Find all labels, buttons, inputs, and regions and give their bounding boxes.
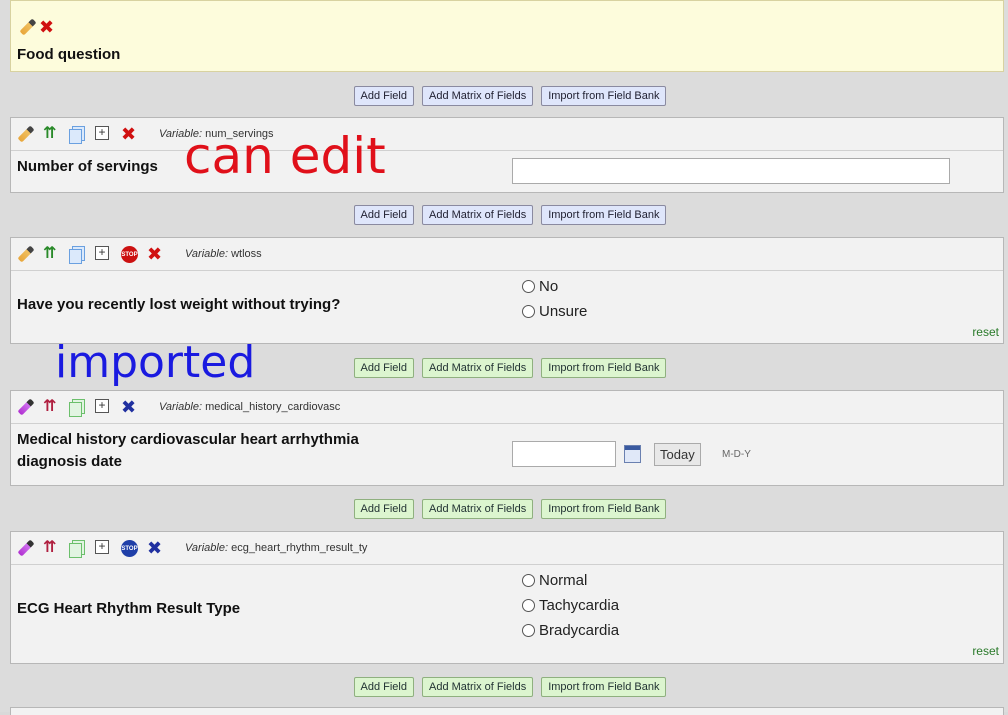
variable-label: Variable: wtloss	[185, 248, 262, 260]
import-field-bank-button[interactable]: Import from Field Bank	[541, 677, 667, 697]
edit-pencil-icon[interactable]	[17, 245, 35, 263]
field-toolbar: ⇈ + ✖ Variable: medical_history_cardiova…	[11, 391, 1003, 424]
calendar-icon[interactable]	[624, 445, 641, 463]
annotation-can-edit: can edit	[184, 127, 386, 185]
annotation-imported: imported	[55, 337, 256, 388]
add-matrix-button[interactable]: Add Matrix of Fields	[422, 205, 534, 225]
edit-pencil-icon[interactable]	[17, 398, 35, 416]
next-field-block	[10, 707, 1004, 715]
date-format-label: M-D-Y	[722, 449, 751, 460]
import-field-bank-button[interactable]: Import from Field Bank	[541, 86, 667, 106]
copy-field-icon[interactable]	[69, 246, 85, 264]
field-label: Number of servings	[17, 158, 158, 175]
import-field-bank-button[interactable]: Import from Field Bank	[541, 499, 667, 519]
field-block-wtloss: ⇈ + STOP ✖ Variable: wtloss Have you rec…	[10, 237, 1004, 344]
field-toolbar: ⇈ + STOP ✖ Variable: ecg_heart_rhythm_re…	[11, 532, 1003, 565]
field-block-num-servings: ⇈ + ✖ Variable: num_servings Number of s…	[10, 117, 1004, 193]
date-input[interactable]	[512, 441, 616, 467]
edit-pencil-icon[interactable]	[19, 18, 37, 36]
radio-option-no[interactable]: No	[522, 278, 558, 295]
add-matrix-button[interactable]: Add Matrix of Fields	[422, 358, 534, 378]
add-matrix-button[interactable]: Add Matrix of Fields	[422, 499, 534, 519]
reset-link[interactable]: reset	[972, 325, 999, 339]
copy-field-icon[interactable]	[69, 540, 85, 558]
add-matrix-button[interactable]: Add Matrix of Fields	[422, 86, 534, 106]
add-matrix-button[interactable]: Add Matrix of Fields	[422, 677, 534, 697]
delete-icon[interactable]: ✖	[121, 398, 137, 416]
radio-circle[interactable]	[522, 624, 535, 637]
field-toolbar: ⇈ + ✖ Variable: num_servings	[11, 118, 1003, 151]
field-toolbar: ⇈ + STOP ✖ Variable: wtloss	[11, 238, 1003, 271]
section-title: Food question	[17, 46, 121, 63]
radio-circle[interactable]	[522, 305, 535, 318]
edit-pencil-icon[interactable]	[17, 539, 35, 557]
edit-pencil-icon[interactable]	[17, 125, 35, 143]
field-label-line1: Medical history cardiovascular heart arr…	[17, 431, 359, 448]
delete-icon[interactable]: ✖	[39, 18, 55, 36]
today-button[interactable]: Today	[654, 443, 701, 466]
branching-logic-icon[interactable]: ⇈	[43, 246, 59, 262]
radio-option-bradycardia[interactable]: Bradycardia	[522, 622, 619, 639]
radio-circle[interactable]	[522, 599, 535, 612]
stop-action-icon[interactable]: STOP	[121, 246, 138, 263]
copy-field-icon[interactable]	[69, 126, 85, 144]
add-field-button[interactable]: Add Field	[353, 205, 414, 225]
add-field-bar: Add Field Add Matrix of Fields Import fr…	[0, 673, 1008, 701]
add-field-bar: Add Field Add Matrix of Fields Import fr…	[0, 495, 1008, 523]
online-designer-page: ✖ Food question Add Field Add Matrix of …	[0, 0, 1008, 715]
radio-option-tachycardia[interactable]: Tachycardia	[522, 597, 619, 614]
add-field-button[interactable]: Add Field	[353, 677, 414, 697]
delete-icon[interactable]: ✖	[147, 539, 163, 557]
radio-circle[interactable]	[522, 280, 535, 293]
reset-link[interactable]: reset	[972, 644, 999, 658]
move-field-icon[interactable]: +	[95, 399, 111, 415]
add-field-bar: Add Field Add Matrix of Fields Import fr…	[0, 201, 1008, 229]
add-field-button[interactable]: Add Field	[353, 499, 414, 519]
section-header: ✖ Food question	[10, 0, 1004, 72]
delete-icon[interactable]: ✖	[121, 125, 137, 143]
field-label: Have you recently lost weight without tr…	[17, 296, 341, 313]
stop-action-icon[interactable]: STOP	[121, 540, 138, 557]
move-field-icon[interactable]: +	[95, 540, 111, 556]
move-field-icon[interactable]: +	[95, 126, 111, 142]
add-field-bar: Add Field Add Matrix of Fields Import fr…	[0, 82, 1008, 110]
variable-label: Variable: ecg_heart_rhythm_result_ty	[185, 542, 368, 554]
field-block-medical-history: ⇈ + ✖ Variable: medical_history_cardiova…	[10, 390, 1004, 486]
move-field-icon[interactable]: +	[95, 246, 111, 262]
field-block-ecg: ⇈ + STOP ✖ Variable: ecg_heart_rhythm_re…	[10, 531, 1004, 664]
branching-logic-icon[interactable]: ⇈	[43, 540, 59, 556]
field-label: ECG Heart Rhythm Result Type	[17, 600, 241, 617]
branching-logic-icon[interactable]: ⇈	[43, 399, 59, 415]
branching-logic-icon[interactable]: ⇈	[43, 126, 59, 142]
field-label-line2: diagnosis date	[17, 453, 123, 470]
delete-icon[interactable]: ✖	[147, 245, 163, 263]
radio-circle[interactable]	[522, 574, 535, 587]
add-field-button[interactable]: Add Field	[353, 86, 414, 106]
radio-option-normal[interactable]: Normal	[522, 572, 587, 589]
import-field-bank-button[interactable]: Import from Field Bank	[541, 205, 667, 225]
add-field-button[interactable]: Add Field	[353, 358, 414, 378]
radio-option-unsure[interactable]: Unsure	[522, 303, 587, 320]
num-servings-input[interactable]	[512, 158, 950, 184]
import-field-bank-button[interactable]: Import from Field Bank	[541, 358, 667, 378]
copy-field-icon[interactable]	[69, 399, 85, 417]
variable-label: Variable: medical_history_cardiovasc	[159, 401, 341, 413]
